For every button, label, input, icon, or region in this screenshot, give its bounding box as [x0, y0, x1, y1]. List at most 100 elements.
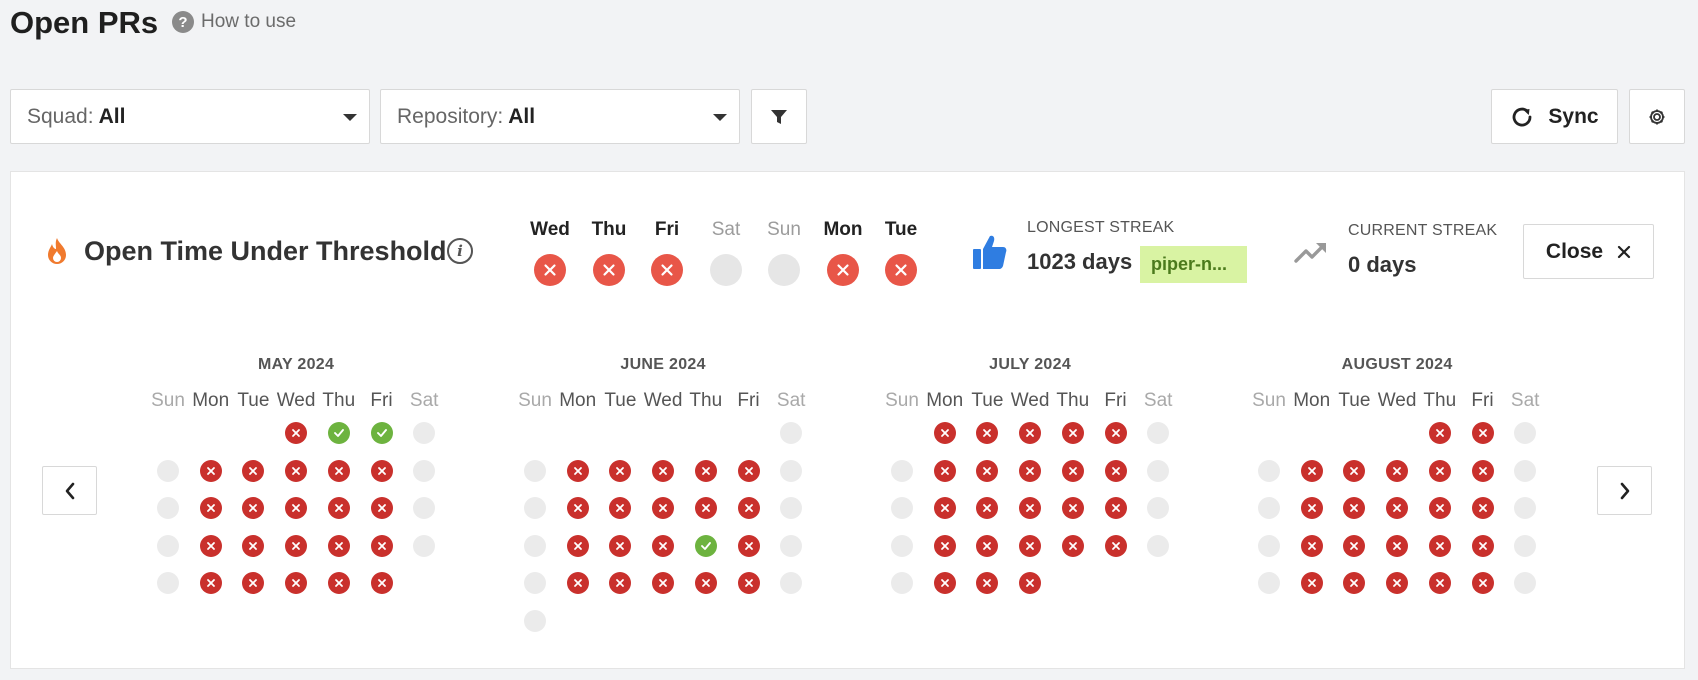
calendar-day-fail[interactable] — [370, 497, 393, 519]
calendar-day-fail[interactable] — [1104, 459, 1127, 482]
calendar-day-fail[interactable] — [694, 572, 717, 594]
calendar-day-empty[interactable] — [157, 534, 179, 557]
calendar-day-fail[interactable] — [1300, 572, 1323, 594]
calendar-day-fail[interactable] — [199, 497, 222, 519]
calendar-day-fail[interactable] — [1471, 534, 1494, 557]
calendar-day-fail[interactable] — [566, 459, 589, 482]
calendar-day-fail[interactable] — [370, 572, 393, 594]
calendar-day-fail[interactable] — [737, 572, 760, 594]
calendar-day-fail[interactable] — [1343, 459, 1366, 482]
calendar-day-empty[interactable] — [1514, 534, 1537, 557]
calendar-day-fail[interactable] — [1428, 497, 1451, 519]
calendar-day-fail[interactable] — [1019, 497, 1042, 519]
calendar-day-empty[interactable] — [524, 534, 546, 557]
calendar-day-empty[interactable] — [157, 572, 179, 594]
calendar-day-empty[interactable] — [1258, 534, 1280, 557]
calendar-day-fail[interactable] — [327, 534, 350, 557]
calendar-day-empty[interactable] — [780, 459, 803, 482]
calendar-day-pass[interactable] — [327, 422, 350, 444]
calendar-day-fail[interactable] — [1061, 497, 1084, 519]
repo-badge[interactable]: piper-n... — [1140, 246, 1247, 283]
calendar-day-fail[interactable] — [1019, 572, 1042, 594]
calendar-day-fail[interactable] — [199, 572, 222, 594]
calendar-day-fail[interactable] — [609, 534, 632, 557]
calendar-day-fail[interactable] — [285, 497, 308, 519]
calendar-day-empty[interactable] — [524, 497, 546, 519]
calendar-day-empty[interactable] — [524, 459, 546, 482]
calendar-day-empty[interactable] — [413, 459, 436, 482]
calendar-day-fail[interactable] — [1061, 422, 1084, 444]
calendar-day-fail[interactable] — [327, 459, 350, 482]
calendar-day-fail[interactable] — [1428, 572, 1451, 594]
calendar-day-fail[interactable] — [652, 534, 675, 557]
squad-select[interactable]: Squad: All — [10, 89, 370, 144]
week-day-fail-indicator[interactable] — [534, 254, 566, 286]
calendar-day-fail[interactable] — [933, 459, 956, 482]
calendar-day-fail[interactable] — [1386, 459, 1409, 482]
calendar-day-fail[interactable] — [1386, 534, 1409, 557]
calendar-day-pass[interactable] — [370, 422, 393, 444]
calendar-day-fail[interactable] — [652, 459, 675, 482]
calendar-day-fail[interactable] — [1428, 459, 1451, 482]
calendar-day-fail[interactable] — [1061, 534, 1084, 557]
calendar-day-empty[interactable] — [157, 459, 179, 482]
calendar-day-fail[interactable] — [199, 459, 222, 482]
calendar-day-fail[interactable] — [1104, 497, 1127, 519]
calendar-day-fail[interactable] — [1300, 534, 1323, 557]
calendar-day-fail[interactable] — [933, 497, 956, 519]
week-day-empty-indicator[interactable] — [710, 254, 742, 286]
calendar-day-fail[interactable] — [1104, 422, 1127, 444]
calendar-day-fail[interactable] — [566, 534, 589, 557]
calendar-day-fail[interactable] — [370, 534, 393, 557]
calendar-day-fail[interactable] — [327, 572, 350, 594]
calendar-day-empty[interactable] — [1258, 572, 1280, 594]
close-button[interactable]: Close — [1523, 224, 1654, 279]
calendar-day-fail[interactable] — [1471, 572, 1494, 594]
calendar-day-fail[interactable] — [242, 459, 265, 482]
week-day-empty-indicator[interactable] — [768, 254, 800, 286]
calendar-day-fail[interactable] — [285, 534, 308, 557]
calendar-day-fail[interactable] — [1386, 572, 1409, 594]
calendar-day-empty[interactable] — [891, 572, 913, 594]
calendar-day-fail[interactable] — [1428, 534, 1451, 557]
calendar-day-fail[interactable] — [199, 534, 222, 557]
repository-select[interactable]: Repository: All — [380, 89, 740, 144]
calendar-day-empty[interactable] — [891, 497, 913, 519]
calendar-day-fail[interactable] — [609, 459, 632, 482]
calendar-day-fail[interactable] — [1104, 534, 1127, 557]
calendar-day-fail[interactable] — [1428, 422, 1451, 444]
calendar-day-fail[interactable] — [1471, 459, 1494, 482]
calendar-day-fail[interactable] — [1300, 459, 1323, 482]
info-icon[interactable]: i — [447, 238, 473, 264]
filter-button[interactable] — [751, 89, 807, 144]
calendar-day-fail[interactable] — [737, 497, 760, 519]
calendar-day-fail[interactable] — [285, 459, 308, 482]
calendar-day-fail[interactable] — [1300, 497, 1323, 519]
week-day-fail-indicator[interactable] — [827, 254, 859, 286]
next-month-button[interactable] — [1597, 466, 1652, 515]
calendar-day-fail[interactable] — [976, 534, 999, 557]
calendar-day-fail[interactable] — [1343, 534, 1366, 557]
calendar-day-empty[interactable] — [780, 534, 803, 557]
week-day-fail-indicator[interactable] — [885, 254, 917, 286]
calendar-day-fail[interactable] — [1386, 497, 1409, 519]
calendar-day-empty[interactable] — [1514, 459, 1537, 482]
sync-button[interactable]: Sync — [1491, 89, 1618, 144]
calendar-day-empty[interactable] — [1258, 459, 1280, 482]
calendar-day-fail[interactable] — [1471, 422, 1494, 444]
calendar-day-fail[interactable] — [1019, 459, 1042, 482]
calendar-day-fail[interactable] — [933, 572, 956, 594]
calendar-day-fail[interactable] — [652, 572, 675, 594]
calendar-day-fail[interactable] — [652, 497, 675, 519]
week-day-fail-indicator[interactable] — [651, 254, 683, 286]
calendar-day-fail[interactable] — [1471, 497, 1494, 519]
calendar-day-fail[interactable] — [737, 534, 760, 557]
calendar-day-empty[interactable] — [524, 572, 546, 594]
week-day-fail-indicator[interactable] — [593, 254, 625, 286]
calendar-day-pass[interactable] — [694, 534, 717, 557]
calendar-day-fail[interactable] — [694, 497, 717, 519]
calendar-day-fail[interactable] — [737, 459, 760, 482]
how-to-use-link[interactable]: ? How to use — [172, 11, 296, 33]
calendar-day-fail[interactable] — [1061, 459, 1084, 482]
calendar-day-empty[interactable] — [1258, 497, 1280, 519]
